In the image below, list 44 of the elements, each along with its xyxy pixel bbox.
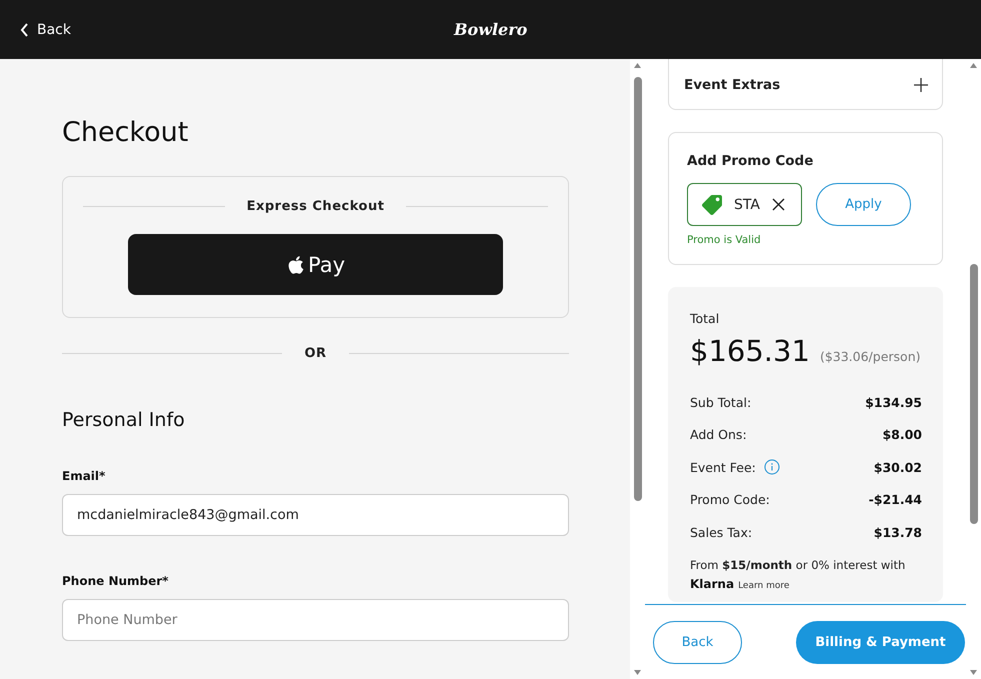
divider-label: OR <box>304 346 327 361</box>
line-label: Promo Code: <box>690 492 770 508</box>
chevron-left-icon <box>20 22 29 36</box>
line-value: $134.95 <box>865 394 922 410</box>
line-label: Sub Total: <box>690 394 752 410</box>
line-label: Event Fee: <box>690 460 756 475</box>
scroll-up-icon[interactable] <box>634 63 641 68</box>
apple-pay-button[interactable]: Pay <box>128 234 503 295</box>
back-link[interactable]: Back <box>20 22 71 38</box>
promo-message: Promo is Valid <box>687 234 762 246</box>
line-value: $13.78 <box>874 524 922 540</box>
line-value: $30.02 <box>874 460 922 475</box>
section-title: Personal Info <box>62 409 186 431</box>
total-amount: $165.31 <box>690 334 810 368</box>
close-icon[interactable] <box>772 198 785 211</box>
scroll-down-icon[interactable] <box>634 670 641 675</box>
info-icon[interactable] <box>764 459 780 476</box>
line-value: $8.00 <box>882 427 922 442</box>
field-label: Email* <box>62 469 106 483</box>
scroll-up-icon[interactable] <box>970 63 977 68</box>
card-title: Add Promo Code <box>687 153 814 169</box>
line-label: Sales Tax: <box>690 524 752 540</box>
klarna-logo: Klarna <box>690 576 734 591</box>
learn-more-link[interactable]: Learn more <box>738 580 790 591</box>
field-label: Phone Number* <box>62 574 170 588</box>
back-button[interactable]: Back <box>653 620 742 664</box>
scroll-thumb[interactable] <box>970 264 978 524</box>
input-field[interactable]: Phone Number <box>62 599 569 641</box>
logo: Bowlero <box>452 19 528 41</box>
line-label: Add Ons: <box>690 427 747 442</box>
tag-icon <box>702 194 722 214</box>
per-person-amount: ($33.06/person) <box>820 349 920 364</box>
line-value: -$21.44 <box>868 492 922 508</box>
promo-code-chip[interactable]: STA <box>687 183 802 226</box>
scroll-thumb[interactable] <box>634 77 642 501</box>
scroll-down-icon[interactable] <box>970 670 977 675</box>
event-extras-card[interactable]: Event Extras <box>668 59 943 110</box>
page-title: Checkout <box>62 117 190 148</box>
section-heading: Express Checkout <box>246 199 384 214</box>
financing-text: From $15/month or 0% interest with <box>690 556 906 573</box>
input-field[interactable]: mcdanielmiracle843@gmail.com <box>62 494 569 536</box>
apply-button[interactable]: Apply <box>816 183 911 226</box>
apple-icon <box>286 254 306 274</box>
total-label: Total <box>690 311 720 326</box>
